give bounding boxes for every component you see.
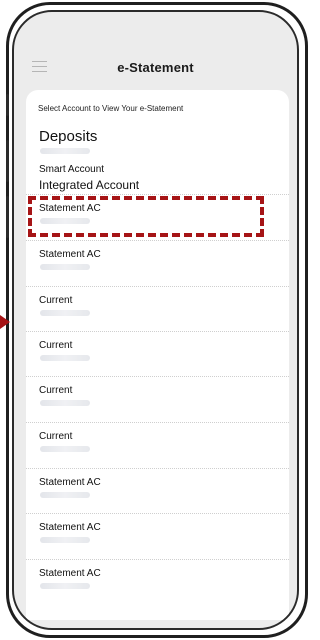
account-item-statement-ac[interactable]: Statement AC: [26, 559, 289, 604]
section-title: Deposits: [39, 128, 98, 145]
account-item-label: Current: [39, 385, 73, 396]
account-item-label: Statement AC: [39, 477, 101, 488]
account-item-label: Statement AC: [39, 249, 101, 260]
account-list-card: Select Account to View Your e-Statement …: [26, 90, 289, 620]
account-item-current[interactable]: Current: [26, 376, 289, 421]
account-item-label: Current: [39, 431, 73, 442]
account-item-label: Current: [39, 295, 73, 306]
masked-account-number: [40, 537, 90, 543]
arrow-pointer-icon: [0, 315, 10, 329]
instruction-text: Select Account to View Your e-Statement: [38, 104, 184, 113]
volume-up-button: [6, 140, 9, 182]
account-item-current[interactable]: Current: [26, 422, 289, 467]
masked-account-number: [40, 264, 90, 270]
account-item-current[interactable]: Current: [26, 286, 289, 331]
account-item-label: Current: [39, 340, 73, 351]
hamburger-menu-icon[interactable]: [32, 61, 47, 73]
side-button: [6, 94, 9, 116]
masked-account-number: [40, 446, 90, 452]
account-type-label: Smart Account: [39, 164, 105, 175]
highlight-box: [28, 196, 264, 237]
account-item-label: Statement AC: [39, 522, 101, 533]
page-title: e-Statement: [117, 59, 194, 75]
account-item-label: Statement AC: [39, 568, 101, 579]
account-name-label: Integrated Account: [39, 178, 140, 192]
masked-account-number: [40, 148, 90, 154]
account-item-statement-ac[interactable]: Statement AC: [26, 513, 289, 558]
masked-account-number: [40, 492, 90, 498]
masked-account-number: [40, 310, 90, 316]
masked-account-number: [40, 355, 90, 361]
phone-screen: e-Statement Select Account to View Your …: [12, 10, 299, 630]
masked-account-number: [40, 583, 90, 589]
volume-down-button: [6, 196, 9, 238]
app-header: e-Statement: [14, 50, 297, 84]
account-item-statement-ac[interactable]: Statement AC: [26, 240, 289, 285]
masked-account-number: [40, 400, 90, 406]
account-item-current[interactable]: Current: [26, 331, 289, 376]
account-item-statement-ac[interactable]: Statement AC: [26, 468, 289, 513]
